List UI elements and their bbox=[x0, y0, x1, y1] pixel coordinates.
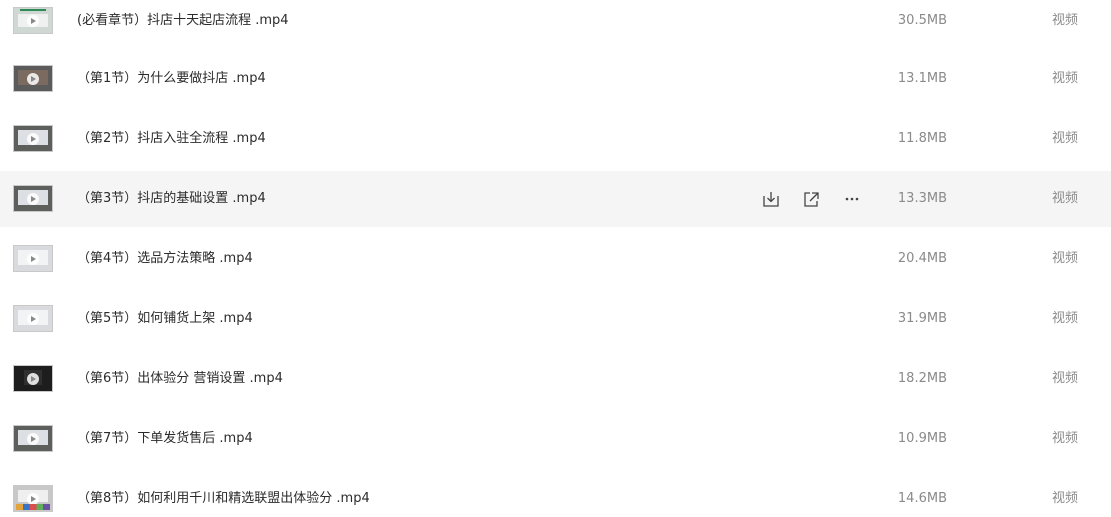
file-list: (必看章节）抖店十天起店流程 .mp4 30.5MB 视频 （第1节）为什么要做… bbox=[0, 0, 1111, 517]
file-name[interactable]: （第3节）抖店的基础设置 .mp4 bbox=[77, 171, 266, 227]
file-name[interactable]: （第2节）抖店入驻全流程 .mp4 bbox=[77, 111, 266, 167]
file-size: 18.2MB bbox=[897, 371, 947, 386]
play-icon bbox=[27, 192, 39, 205]
file-name[interactable]: （第8节）如何利用千川和精选联盟出体验分 .mp4 bbox=[77, 471, 370, 517]
file-type: 视频 bbox=[1051, 311, 1078, 326]
file-row[interactable]: （第7节）下单发货售后 .mp4 10.9MB 视频 bbox=[0, 411, 1111, 467]
file-row[interactable]: (必看章节）抖店十天起店流程 .mp4 30.5MB 视频 bbox=[0, 0, 1111, 49]
file-type: 视频 bbox=[1051, 191, 1078, 206]
file-row[interactable]: （第4节）选品方法策略 .mp4 20.4MB 视频 bbox=[0, 231, 1111, 287]
file-size: 13.3MB bbox=[897, 191, 947, 206]
file-size: 10.9MB bbox=[897, 431, 947, 446]
file-type: 视频 bbox=[1051, 131, 1078, 146]
video-thumbnail[interactable] bbox=[13, 245, 53, 272]
file-type: 视频 bbox=[1051, 371, 1078, 386]
video-thumbnail[interactable] bbox=[13, 7, 53, 34]
play-icon bbox=[27, 492, 39, 505]
share-icon[interactable] bbox=[800, 189, 822, 209]
file-name[interactable]: （第6节）出体验分 营销设置 .mp4 bbox=[77, 351, 283, 407]
play-icon bbox=[27, 72, 39, 85]
file-type: 视频 bbox=[1051, 491, 1078, 506]
file-row[interactable]: （第2节）抖店入驻全流程 .mp4 11.8MB 视频 bbox=[0, 111, 1111, 167]
download-icon[interactable] bbox=[760, 189, 782, 209]
play-icon bbox=[27, 14, 39, 27]
file-type: 视频 bbox=[1051, 251, 1078, 266]
video-thumbnail[interactable] bbox=[13, 305, 53, 332]
video-thumbnail[interactable] bbox=[13, 425, 53, 452]
file-row[interactable]: （第8节）如何利用千川和精选联盟出体验分 .mp4 14.6MB 视频 bbox=[0, 471, 1111, 517]
file-size: 30.5MB bbox=[897, 13, 947, 28]
file-row[interactable]: （第5节）如何铺货上架 .mp4 31.9MB 视频 bbox=[0, 291, 1111, 347]
play-icon bbox=[27, 132, 39, 145]
file-size: 13.1MB bbox=[897, 71, 947, 86]
play-icon bbox=[27, 432, 39, 445]
file-row[interactable]: （第1节）为什么要做抖店 .mp4 13.1MB 视频 bbox=[0, 51, 1111, 107]
file-size: 31.9MB bbox=[897, 311, 947, 326]
video-thumbnail[interactable] bbox=[13, 65, 53, 92]
more-icon[interactable] bbox=[841, 189, 863, 209]
file-name[interactable]: （第5节）如何铺货上架 .mp4 bbox=[77, 291, 253, 347]
video-thumbnail[interactable] bbox=[13, 485, 53, 512]
file-type: 视频 bbox=[1051, 71, 1078, 86]
file-name[interactable]: （第4节）选品方法策略 .mp4 bbox=[77, 231, 253, 287]
file-row-hovered[interactable]: （第3节）抖店的基础设置 .mp4 13.3MB 视频 bbox=[0, 171, 1111, 227]
file-row[interactable]: （第6节）出体验分 营销设置 .mp4 18.2MB 视频 bbox=[0, 351, 1111, 407]
play-icon bbox=[27, 372, 39, 385]
file-name[interactable]: （第1节）为什么要做抖店 .mp4 bbox=[77, 51, 266, 107]
play-icon bbox=[27, 312, 39, 325]
file-name[interactable]: (必看章节）抖店十天起店流程 .mp4 bbox=[77, 0, 289, 49]
file-type: 视频 bbox=[1051, 431, 1078, 446]
file-type: 视频 bbox=[1051, 13, 1078, 28]
file-size: 11.8MB bbox=[897, 131, 947, 146]
video-thumbnail[interactable] bbox=[13, 125, 53, 152]
video-thumbnail[interactable] bbox=[13, 185, 53, 212]
file-size: 14.6MB bbox=[897, 491, 947, 506]
play-icon bbox=[27, 252, 39, 265]
file-size: 20.4MB bbox=[897, 251, 947, 266]
video-thumbnail[interactable] bbox=[13, 365, 53, 392]
file-name[interactable]: （第7节）下单发货售后 .mp4 bbox=[77, 411, 253, 467]
